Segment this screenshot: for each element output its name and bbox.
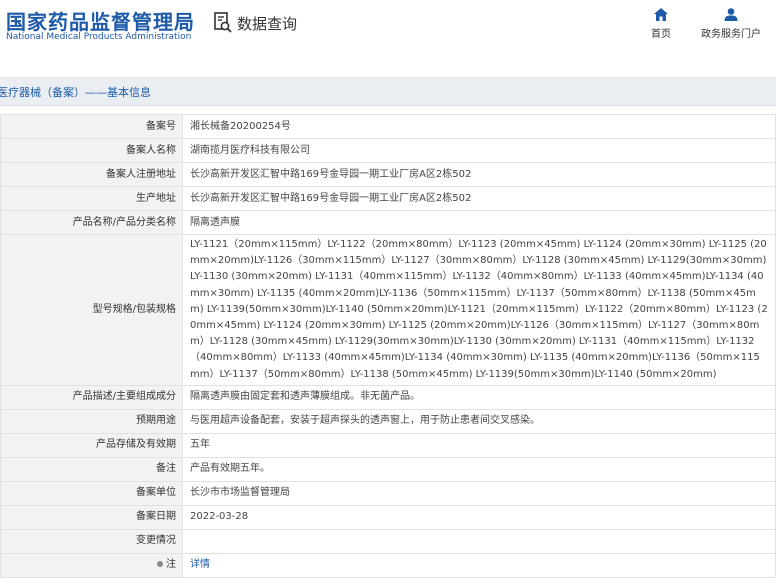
row-value: 长沙市市场监督管理局 <box>182 480 776 506</box>
table-row: 型号规格/包装规格 LY-1121（20mm×115mm）LY-1122（20m… <box>0 234 776 386</box>
document-search-icon <box>214 12 232 33</box>
row-value: 隔离透声膜 <box>182 210 776 235</box>
row-label: 备案单位 <box>0 480 183 506</box>
row-label: 备案人注册地址 <box>0 162 183 187</box>
row-label: 备注 <box>0 456 183 482</box>
row-value: 长沙高新开发区汇智中路169号金导园一期工业厂房A区2栋502 <box>182 186 776 211</box>
note-bullet-icon <box>157 561 163 568</box>
table-row: 备案单位 长沙市市场监督管理局 <box>0 480 776 506</box>
table-row: 预期用途 与医用超声设备配套，安装于超声探头的透声窗上，用于防止患者间交叉感染。 <box>0 408 776 434</box>
user-icon <box>724 8 738 21</box>
row-value: 湖南揽月医疗科技有限公司 <box>182 138 776 163</box>
data-query-label: 数据查询 <box>237 14 298 33</box>
site-header: 国家药品监督管理局 National Medical Products Admi… <box>0 0 776 60</box>
row-value: 隔离透声膜由固定套和透声薄膜组成。非无菌产品。 <box>182 384 776 410</box>
table-row: 生产地址 长沙高新开发区汇智中路169号金导园一期工业厂房A区2栋502 <box>0 186 776 211</box>
table-row: 备案号 湘长械备20200254号 <box>0 114 776 139</box>
row-label: 备案人名称 <box>0 138 183 163</box>
logo-title-cn[interactable]: 国家药品监督管理局 <box>6 6 195 35</box>
row-value: 产品有效期五年。 <box>182 456 776 482</box>
row-label: 产品存储及有效期 <box>0 432 183 458</box>
row-value: 湘长械备20200254号 <box>182 114 776 139</box>
record-info-table: 备案号 湘长械备20200254号 备案人名称 湖南揽月医疗科技有限公司 备案人… <box>0 114 776 578</box>
row-label: 产品描述/主要组成成分 <box>0 384 183 410</box>
table-row: 产品名称/产品分类名称 隔离透声膜 <box>0 210 776 235</box>
table-row: 备案人名称 湖南揽月医疗科技有限公司 <box>0 138 776 163</box>
section-title-bar: 医疗器械（备案）——基本信息 <box>0 77 776 106</box>
row-label: 备案日期 <box>0 504 183 530</box>
logo-title-en: National Medical Products Administration <box>6 32 192 42</box>
breadcrumb: 医疗器械（备案）——基本信息 <box>0 86 151 99</box>
row-label: 备案号 <box>0 114 183 139</box>
table-row: 变更情况 <box>0 528 776 554</box>
nav-home[interactable]: 首页 <box>648 8 674 40</box>
details-link[interactable]: 详情 <box>190 559 210 570</box>
nav-service-portal[interactable]: 政务服务门户 <box>700 8 762 40</box>
table-row: 产品存储及有效期 五年 <box>0 432 776 458</box>
table-row: 注 详情 <box>0 552 776 578</box>
nav-service-label: 政务服务门户 <box>701 29 761 40</box>
row-label-note: 注 <box>0 552 183 578</box>
table-row: 产品描述/主要组成成分 隔离透声膜由固定套和透声薄膜组成。非无菌产品。 <box>0 384 776 410</box>
row-value: 五年 <box>182 432 776 458</box>
row-value-model-specs: LY-1121（20mm×115mm）LY-1122（20mm×80mm）LY-… <box>182 234 776 386</box>
nav-home-label: 首页 <box>651 29 671 40</box>
table-row: 备案人注册地址 长沙高新开发区汇智中路169号金导园一期工业厂房A区2栋502 <box>0 162 776 187</box>
note-label: 注 <box>166 559 176 571</box>
table-row: 备案日期 2022-03-28 <box>0 504 776 530</box>
row-value: 2022-03-28 <box>182 504 776 530</box>
row-value: 详情 <box>182 552 776 578</box>
row-value: 长沙高新开发区汇智中路169号金导园一期工业厂房A区2栋502 <box>182 162 776 187</box>
table-row: 备注 产品有效期五年。 <box>0 456 776 482</box>
row-value: 与医用超声设备配套，安装于超声探头的透声窗上，用于防止患者间交叉感染。 <box>182 408 776 434</box>
row-value <box>182 528 776 554</box>
row-label: 型号规格/包装规格 <box>0 234 183 386</box>
data-query-title: 数据查询 <box>213 12 297 34</box>
row-label: 生产地址 <box>0 186 183 211</box>
home-icon <box>654 8 668 21</box>
row-label: 变更情况 <box>0 528 183 554</box>
row-label: 预期用途 <box>0 408 183 434</box>
row-label: 产品名称/产品分类名称 <box>0 210 183 235</box>
